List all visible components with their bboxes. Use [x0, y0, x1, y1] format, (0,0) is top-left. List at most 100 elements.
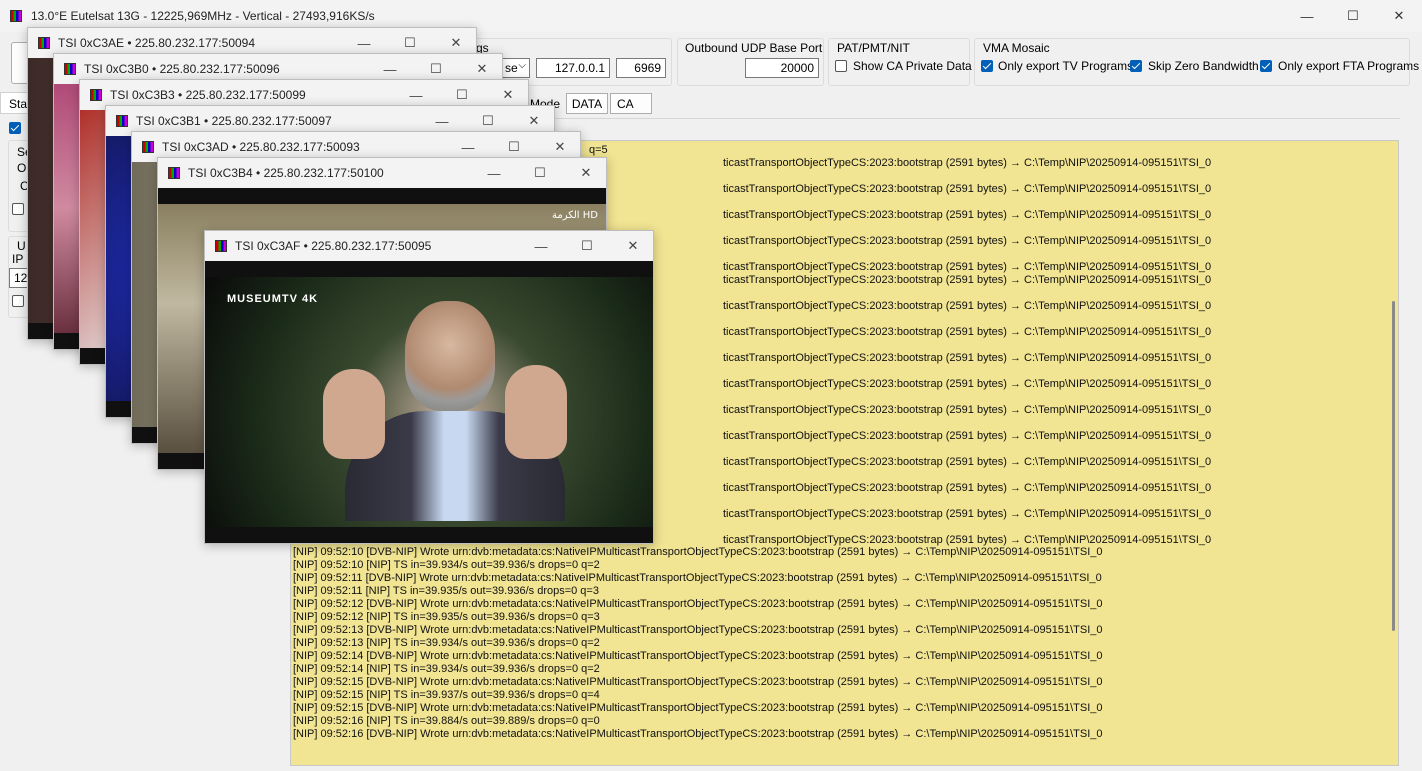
player-icon [215, 240, 227, 252]
data-button[interactable]: DATA [566, 93, 608, 114]
log-line: [NIP] 09:52:12 [NIP] TS in=39.935/s out=… [293, 611, 600, 623]
player-close-button[interactable]: ✕ [548, 136, 572, 158]
left-ip-label: IP [12, 252, 24, 266]
log-line: [NIP] 09:52:13 [DVB-NIP] Wrote urn:dvb:m… [293, 624, 1103, 636]
only-tv-label: Only export TV Programs [998, 59, 1134, 73]
player-maximize-button[interactable]: ☐ [450, 84, 474, 106]
player-minimize-button[interactable]: — [482, 162, 506, 184]
maximize-button[interactable]: ☐ [1330, 0, 1376, 32]
player-close-button[interactable]: ✕ [574, 162, 598, 184]
log-line-partial: ticastTransportObjectTypeCS:2023:bootstr… [723, 300, 1212, 312]
left-checkbox-2[interactable] [12, 203, 24, 215]
skip-zero-label: Skip Zero Bandwidth [1148, 59, 1259, 73]
player-minimize-button[interactable]: — [529, 235, 553, 257]
player-icon [90, 89, 102, 101]
player-maximize-button[interactable]: ☐ [575, 235, 599, 257]
player-minimize-button[interactable]: — [352, 32, 376, 54]
only-fta-label: Only export FTA Programs [1278, 59, 1420, 73]
player-title: TSI 0xC3B3 • 225.80.232.177:50099 [110, 88, 306, 102]
player-close-button[interactable]: ✕ [522, 110, 546, 132]
player-icon [116, 115, 128, 127]
log-line-partial: ticastTransportObjectTypeCS:2023:bootstr… [723, 235, 1212, 247]
show-ca-checkbox[interactable] [835, 60, 847, 72]
log-line-partial: ticastTransportObjectTypeCS:2023:bootstr… [723, 183, 1212, 195]
player-close-button[interactable]: ✕ [621, 235, 645, 257]
player-icon [142, 141, 154, 153]
chevron-down-icon: ⌵ [518, 60, 526, 71]
player-minimize-button[interactable]: — [404, 84, 428, 106]
minimize-button[interactable]: — [1284, 0, 1330, 32]
player-title: TSI 0xC3AE • 225.80.232.177:50094 [58, 36, 256, 50]
player-maximize-button[interactable]: ☐ [502, 136, 526, 158]
log-line: [NIP] 09:52:15 [DVB-NIP] Wrote urn:dvb:m… [293, 676, 1103, 688]
player-close-button[interactable]: ✕ [496, 84, 520, 106]
log-line-partial: ticastTransportObjectTypeCS:2023:bootstr… [723, 326, 1212, 338]
player-video[interactable]: MUSEUMTV 4K [205, 261, 653, 543]
left-checkbox-1[interactable] [9, 122, 21, 134]
log-line: [NIP] 09:52:14 [NIP] TS in=39.934/s out=… [293, 663, 600, 675]
log-line-partial: ticastTransportObjectTypeCS:2023:bootstr… [723, 508, 1212, 520]
protocol-dropdown-value: se [505, 61, 518, 75]
only-tv-checkbox[interactable] [981, 60, 993, 72]
only-fta-checkbox[interactable] [1260, 60, 1272, 72]
channel-watermark: MUSEUMTV 4K [227, 293, 319, 305]
presenter-left-hand [323, 369, 385, 459]
log-line: [NIP] 09:52:10 [DVB-NIP] Wrote urn:dvb:m… [293, 546, 1103, 558]
log-line-partial: ticastTransportObjectTypeCS:2023:bootstr… [723, 352, 1212, 364]
player-maximize-button[interactable]: ☐ [528, 162, 552, 184]
player-close-button[interactable]: ✕ [470, 58, 494, 80]
log-line-partial: ticastTransportObjectTypeCS:2023:bootstr… [723, 157, 1212, 169]
player-maximize-button[interactable]: ☐ [476, 110, 500, 132]
player-maximize-button[interactable]: ☐ [424, 58, 448, 80]
log-line-partial: ticastTransportObjectTypeCS:2023:bootstr… [723, 274, 1212, 286]
log-line-partial: ticastTransportObjectTypeCS:2023:bootstr… [723, 261, 1212, 273]
channel-logo: الكرمة HD [552, 210, 598, 221]
player-minimize-button[interactable]: — [456, 136, 480, 158]
player-minimize-button[interactable]: — [378, 58, 402, 80]
player-close-button[interactable]: ✕ [444, 32, 468, 54]
log-line: [NIP] 09:52:12 [DVB-NIP] Wrote urn:dvb:m… [293, 598, 1103, 610]
show-ca-label: Show CA Private Data [853, 59, 972, 73]
player-title: TSI 0xC3B0 • 225.80.232.177:50096 [84, 62, 280, 76]
log-line-partial: ticastTransportObjectTypeCS:2023:bootstr… [723, 378, 1212, 390]
log-line: [NIP] 09:52:13 [NIP] TS in=39.934/s out=… [293, 637, 600, 649]
log-line-partial: ticastTransportObjectTypeCS:2023:bootstr… [723, 430, 1212, 442]
player-maximize-button[interactable]: ☐ [398, 32, 422, 54]
player-titlebar[interactable]: TSI 0xC3AF • 225.80.232.177:50095 — ☐ ✕ [205, 231, 653, 261]
skip-zero-checkbox[interactable] [1130, 60, 1142, 72]
port-input[interactable]: 6969 [616, 58, 666, 78]
player-icon [38, 37, 50, 49]
player-title: TSI 0xC3B4 • 225.80.232.177:50100 [188, 166, 384, 180]
log-line-partial: ticastTransportObjectTypeCS:2023:bootstr… [723, 404, 1212, 416]
ca-button[interactable]: CA [610, 93, 652, 114]
player-title: TSI 0xC3B1 • 225.80.232.177:50097 [136, 114, 332, 128]
presenter-right-hand [505, 365, 567, 459]
player-title: TSI 0xC3AF • 225.80.232.177:50095 [235, 239, 432, 253]
log-line-partial: ticastTransportObjectTypeCS:2023:bootstr… [723, 209, 1212, 221]
log-line: [NIP] 09:52:11 [NIP] TS in=39.935/s out=… [293, 585, 599, 597]
log-scrollbar[interactable] [1392, 301, 1395, 631]
player-titlebar[interactable]: TSI 0xC3B4 • 225.80.232.177:50100 — ☐ ✕ [158, 158, 606, 188]
left-checkbox-3[interactable] [12, 295, 24, 307]
close-button[interactable]: ✕ [1376, 0, 1422, 32]
player-window[interactable]: TSI 0xC3AF • 225.80.232.177:50095 — ☐ ✕ MUSE… [204, 230, 654, 544]
player-icon [168, 167, 180, 179]
window-title: 13.0°E Eutelsat 13G - 12225,969MHz - Ver… [31, 9, 375, 23]
player-icon [64, 63, 76, 75]
outbound-udp-label: Outbound UDP Base Port [685, 41, 823, 55]
presenter-head [405, 301, 495, 411]
app-icon [10, 10, 22, 22]
log-top-fragment: q=5 [589, 144, 608, 156]
ip-address-input[interactable]: 127.0.0.1 [536, 58, 610, 78]
log-line: [NIP] 09:52:11 [DVB-NIP] Wrote urn:dvb:m… [293, 572, 1102, 584]
log-line: [NIP] 09:52:10 [NIP] TS in=39.934/s out=… [293, 559, 600, 571]
log-line-partial: ticastTransportObjectTypeCS:2023:bootstr… [723, 482, 1212, 494]
log-line: [NIP] 09:52:16 [DVB-NIP] Wrote urn:dvb:m… [293, 728, 1103, 740]
log-line-partial: ticastTransportObjectTypeCS:2023:bootstr… [723, 456, 1212, 468]
player-minimize-button[interactable]: — [430, 110, 454, 132]
left-u-label: U [17, 239, 26, 253]
log-line: [NIP] 09:52:14 [DVB-NIP] Wrote urn:dvb:m… [293, 650, 1103, 662]
log-line: [NIP] 09:52:15 [NIP] TS in=39.937/s out=… [293, 689, 600, 701]
outbound-port-input[interactable]: 20000 [745, 58, 819, 78]
log-line: [NIP] 09:52:16 [NIP] TS in=39.884/s out=… [293, 715, 600, 727]
